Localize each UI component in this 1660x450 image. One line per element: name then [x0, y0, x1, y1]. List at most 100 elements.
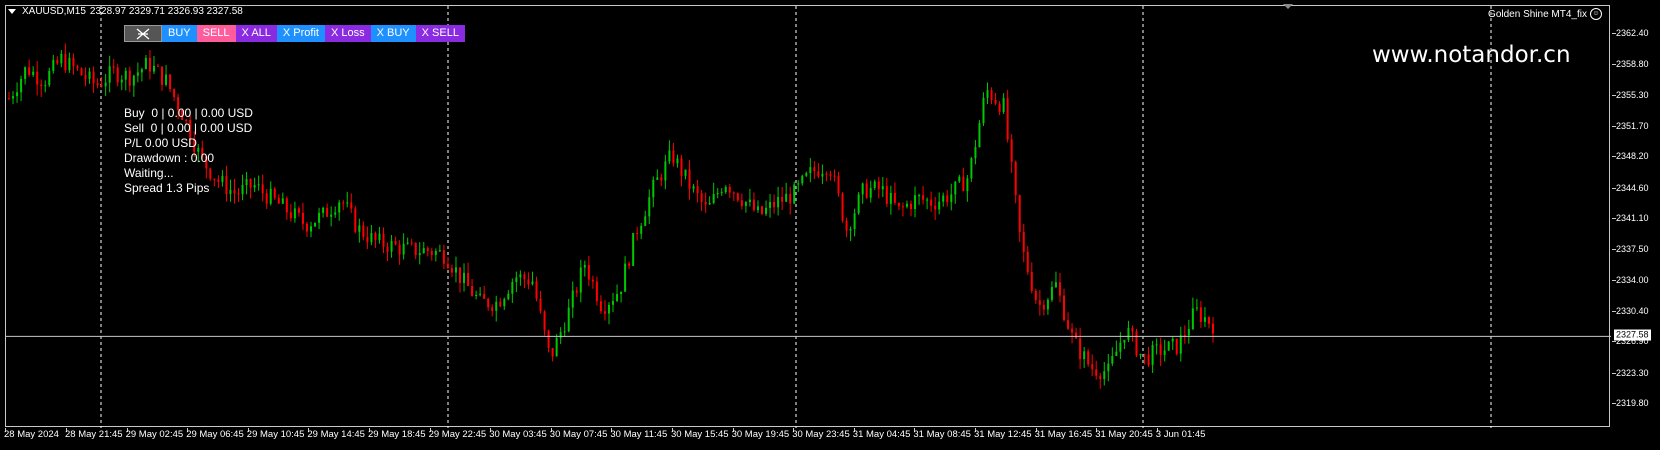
candle: [652, 176, 655, 208]
candle: [511, 278, 514, 303]
candle: [974, 140, 977, 165]
candle: [1199, 300, 1202, 328]
candle: [394, 236, 397, 246]
candle: [853, 208, 856, 237]
candle: [454, 256, 457, 283]
price-label: 2344.60: [1616, 182, 1649, 193]
candle: [92, 66, 95, 93]
candle: [632, 232, 635, 267]
candle: [736, 192, 739, 203]
candle: [503, 297, 506, 310]
candle: [656, 169, 659, 181]
price-label: 2323.30: [1616, 367, 1649, 378]
candle: [56, 56, 59, 66]
candle: [362, 221, 365, 241]
candle: [547, 329, 550, 353]
move-panel-button[interactable]: [124, 25, 162, 42]
candle: [370, 225, 373, 246]
close-sell-button[interactable]: X SELL: [415, 25, 465, 42]
candle: [728, 183, 731, 198]
candle: [386, 242, 389, 262]
candle: [1167, 341, 1170, 351]
candle: [1014, 160, 1017, 204]
time-label: 31 May 16:45: [1034, 429, 1093, 440]
candle: [169, 73, 172, 93]
candle: [148, 49, 151, 80]
time-label: 29 May 14:45: [307, 429, 365, 440]
price-label: 2341.10: [1616, 213, 1649, 223]
close-loss-button[interactable]: X Loss: [324, 25, 371, 42]
candle: [648, 189, 651, 225]
candle: [1143, 353, 1146, 365]
ea-info-panel: Buy 0 | 0.00 | 0.00 USD Sell 0 | 0.00 | …: [124, 106, 253, 196]
ea-name-text: Golden Shine MT4_fix: [1488, 8, 1587, 20]
price-axis[interactable]: 2362.40 2358.80 2355.30 2351.70 2348.20 2344.…: [1612, 0, 1660, 430]
candle: [269, 181, 272, 206]
candle: [1203, 307, 1206, 328]
candle: [523, 271, 526, 289]
time-label: 30 May 03:45: [489, 429, 547, 440]
candle: [1038, 290, 1041, 316]
candle: [96, 78, 99, 89]
time-axis[interactable]: 28 May 2024 28 May 21:45 29 May 02:45 29 Ma…: [0, 428, 1610, 450]
candle: [491, 304, 494, 317]
candle: [499, 297, 502, 308]
price-label: 2355.30: [1616, 89, 1649, 100]
candle: [422, 241, 425, 254]
candle: [16, 82, 19, 103]
candle: [285, 196, 288, 220]
candle: [1050, 281, 1053, 302]
candle: [1111, 347, 1114, 367]
candle: [44, 80, 47, 93]
time-label: 30 May 23:45: [792, 429, 850, 440]
watermark: www.notandor.cn: [1372, 42, 1571, 68]
candle: [52, 54, 55, 74]
close-profit-button[interactable]: X Profit: [276, 25, 325, 42]
candle: [310, 221, 313, 238]
candle: [273, 186, 276, 201]
candle: [257, 175, 260, 191]
candle: [297, 206, 300, 217]
candle: [382, 227, 385, 254]
candle: [1123, 339, 1126, 350]
candle: [60, 50, 63, 68]
candle: [398, 240, 401, 265]
candle: [680, 154, 683, 187]
candle: [825, 171, 828, 182]
candle: [1058, 272, 1061, 303]
candle: [885, 177, 888, 207]
candle: [922, 186, 925, 205]
candle: [914, 186, 917, 218]
chart-area[interactable]: [5, 5, 1611, 428]
candle: [72, 53, 75, 75]
candle: [173, 88, 176, 102]
candle: [156, 63, 159, 67]
time-label: 29 May 18:45: [368, 429, 426, 440]
candle: [781, 187, 784, 210]
smiley-icon: ☺: [1590, 8, 1602, 20]
candle: [833, 169, 836, 182]
candle: [620, 291, 623, 303]
dropdown-triangle-icon[interactable]: [8, 9, 16, 14]
price-label: 2330.40: [1616, 305, 1649, 316]
candle: [765, 200, 768, 217]
candle: [1135, 328, 1138, 358]
candle: [1147, 346, 1150, 368]
candle: [1083, 347, 1086, 368]
candle: [591, 275, 594, 289]
close-buy-button[interactable]: X BUY: [370, 25, 416, 42]
candle: [120, 75, 123, 91]
price-chart[interactable]: [6, 6, 1611, 428]
buy-button[interactable]: BUY: [162, 25, 197, 42]
candle: [88, 67, 91, 84]
candle: [849, 226, 852, 242]
chart-shift-marker-icon[interactable]: [1283, 4, 1293, 9]
time-label: 30 May 07:45: [549, 429, 608, 440]
time-label: 31 May 20:45: [1095, 429, 1153, 440]
candle: [668, 140, 671, 165]
candle: [616, 284, 619, 303]
candle: [644, 210, 647, 227]
sell-button[interactable]: SELL: [196, 25, 236, 42]
spread-text: Spread 1.3 Pips: [124, 181, 210, 195]
close-all-button[interactable]: X ALL: [235, 25, 277, 42]
